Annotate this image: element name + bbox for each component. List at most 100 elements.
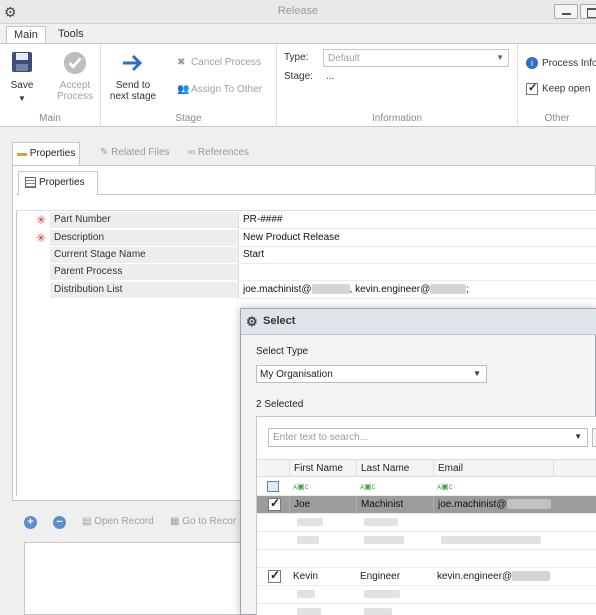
send-to-next-stage-label: Send to next stage xyxy=(109,80,157,102)
save-dropdown-icon[interactable]: ▼ xyxy=(6,93,38,104)
paperclip-icon: ✎ xyxy=(100,147,109,158)
tab-properties-label: Properties xyxy=(29,148,76,159)
table-row[interactable] xyxy=(257,604,596,615)
filter-last-name[interactable]: ᴀ▣ᴄ xyxy=(356,478,433,496)
select-type-dropdown[interactable]: My Organisation ▼ xyxy=(256,365,487,383)
stage-label: Stage: xyxy=(284,71,313,82)
group-label-information: Information xyxy=(371,113,423,124)
open-record-button[interactable]: ▤ Open Record xyxy=(82,516,154,527)
process-info-label: Process Info xyxy=(542,58,596,69)
tab-references-label: References xyxy=(197,147,250,158)
blurred-cell xyxy=(293,532,319,550)
filter-email[interactable]: ᴀ▣ᴄ xyxy=(433,478,553,496)
row-checkbox[interactable] xyxy=(268,496,281,511)
cancel-process-label: Cancel Process xyxy=(191,57,262,68)
ribbon-group-main: Save ▼ Accept Process Main xyxy=(0,44,101,127)
first-name-cell: Joe xyxy=(289,496,356,514)
group-label-other: Other xyxy=(544,113,570,124)
remove-button[interactable]: − xyxy=(53,516,66,529)
table-row[interactable] xyxy=(257,586,596,604)
keep-open-checkbox[interactable]: Keep open xyxy=(526,81,591,95)
distribution-part: joe.machinist@ xyxy=(243,284,312,295)
go-to-record-button[interactable]: ▦ Go to Recor xyxy=(170,516,236,527)
add-button[interactable]: + xyxy=(24,516,37,529)
dialog-title-bar[interactable]: ⚙ Select xyxy=(241,309,596,335)
selected-count: 2 Selected xyxy=(256,399,304,410)
tab-references[interactable]: ∞ References xyxy=(184,142,253,166)
assign-to-other-button[interactable]: 👥 Assign To Other xyxy=(177,84,262,95)
table-row[interactable]: Joe Machinist joe.machinist@ xyxy=(257,496,596,514)
filter-icon[interactable] xyxy=(267,481,279,492)
tab-related-files[interactable]: ✎ Related Files xyxy=(96,142,174,166)
arrow-right-icon xyxy=(123,54,143,72)
type-dropdown[interactable]: Default ▼ xyxy=(323,49,509,67)
table-row[interactable]: Kevin Engineer kevin.engineer@ xyxy=(257,568,596,586)
search-input[interactable]: Enter text to search... ▼ xyxy=(268,428,588,447)
accept-process-button[interactable]: Accept Process xyxy=(54,50,96,102)
grid-header: First Name Last Name Email xyxy=(257,459,596,477)
tab-properties[interactable]: ▬ Properties xyxy=(12,142,81,166)
filter-row: ᴀ▣ᴄ ᴀ▣ᴄ ᴀ▣ᴄ xyxy=(257,478,596,496)
distribution-list-value[interactable]: joe.machinist@ , kevin.engineer@; xyxy=(238,282,596,299)
floppy-disk-icon xyxy=(12,52,32,72)
ribbon-tabs: Main Tools xyxy=(0,24,596,44)
property-row-current-stage[interactable]: Current Stage Name Start xyxy=(16,247,596,264)
table-row[interactable] xyxy=(257,532,596,550)
email-cell: kevin.engineer@ xyxy=(433,568,553,586)
column-header-email[interactable]: Email xyxy=(433,460,553,477)
redacted-block xyxy=(311,284,350,295)
maximize-button[interactable] xyxy=(580,4,596,19)
redacted-block xyxy=(512,571,551,582)
property-row-distribution-list[interactable]: Distribution List joe.machinist@ , kevin.… xyxy=(16,282,596,299)
property-name: Distribution List xyxy=(50,282,238,299)
property-value[interactable]: New Product Release xyxy=(238,230,596,247)
people-grid: Enter text to search... ▼ First Name Las… xyxy=(256,416,596,615)
tab-inner-properties[interactable]: Properties xyxy=(18,171,98,195)
save-button[interactable]: Save ▼ xyxy=(6,50,38,104)
minimize-button[interactable] xyxy=(554,4,578,19)
keep-open-label: Keep open xyxy=(542,83,591,95)
filter-first-name[interactable]: ᴀ▣ᴄ xyxy=(289,478,356,496)
ribbon-group-stage: Send to next stage ✖ Cancel Process 👥 Assi… xyxy=(101,44,277,127)
blurred-cell xyxy=(293,604,321,615)
property-value[interactable] xyxy=(238,264,596,281)
property-value[interactable]: Start xyxy=(238,247,596,264)
window-title: Release xyxy=(277,5,319,17)
group-label-main: Main xyxy=(39,113,61,124)
chevron-down-icon: ▼ xyxy=(496,53,504,62)
column-header-first-name[interactable]: First Name xyxy=(289,460,356,477)
type-label: Type: xyxy=(284,52,309,63)
users-icon: 👥 xyxy=(177,84,190,95)
process-info-button[interactable]: i Process Info xyxy=(526,57,596,69)
keep-open-check[interactable] xyxy=(526,81,538,95)
blurred-cell xyxy=(360,532,404,550)
tab-main[interactable]: Main xyxy=(6,26,46,44)
search-button[interactable] xyxy=(592,428,596,447)
record-icon: ▤ xyxy=(82,516,92,527)
property-row-parent-process[interactable]: Parent Process xyxy=(16,264,596,281)
select-dialog: ⚙ Select Select Type My Organisation ▼ 2… xyxy=(240,308,596,615)
cancel-process-button[interactable]: ✖ Cancel Process xyxy=(177,57,261,68)
plus-icon: + xyxy=(24,516,37,529)
chevron-down-icon: ▼ xyxy=(473,369,481,378)
stage-value: ... xyxy=(326,71,335,82)
property-value[interactable]: PR-#### xyxy=(238,212,596,229)
property-row-part-number[interactable]: ✳ Part Number PR-#### xyxy=(16,212,596,229)
tab-tools[interactable]: Tools xyxy=(51,26,91,44)
link-icon: ∞ xyxy=(188,147,196,158)
send-to-next-stage-button[interactable]: Send to next stage xyxy=(105,50,161,102)
save-label: Save xyxy=(10,80,34,91)
group-label-stage: Stage xyxy=(175,113,202,124)
distribution-part: , kevin.engineer@ xyxy=(349,284,431,295)
email-text: kevin.engineer@ xyxy=(437,571,513,582)
table-row[interactable] xyxy=(257,514,596,532)
row-checkbox[interactable] xyxy=(268,568,281,583)
email-text: joe.machinist@ xyxy=(438,499,507,510)
distribution-part: ; xyxy=(466,284,470,295)
property-row-description[interactable]: ✳ Description New Product Release xyxy=(16,230,596,247)
info-icon: i xyxy=(526,57,538,69)
column-header-last-name[interactable]: Last Name xyxy=(356,460,433,477)
assign-to-other-label: Assign To Other xyxy=(191,84,262,95)
select-type-value: My Organisation xyxy=(260,369,333,380)
table-row[interactable] xyxy=(257,550,596,568)
